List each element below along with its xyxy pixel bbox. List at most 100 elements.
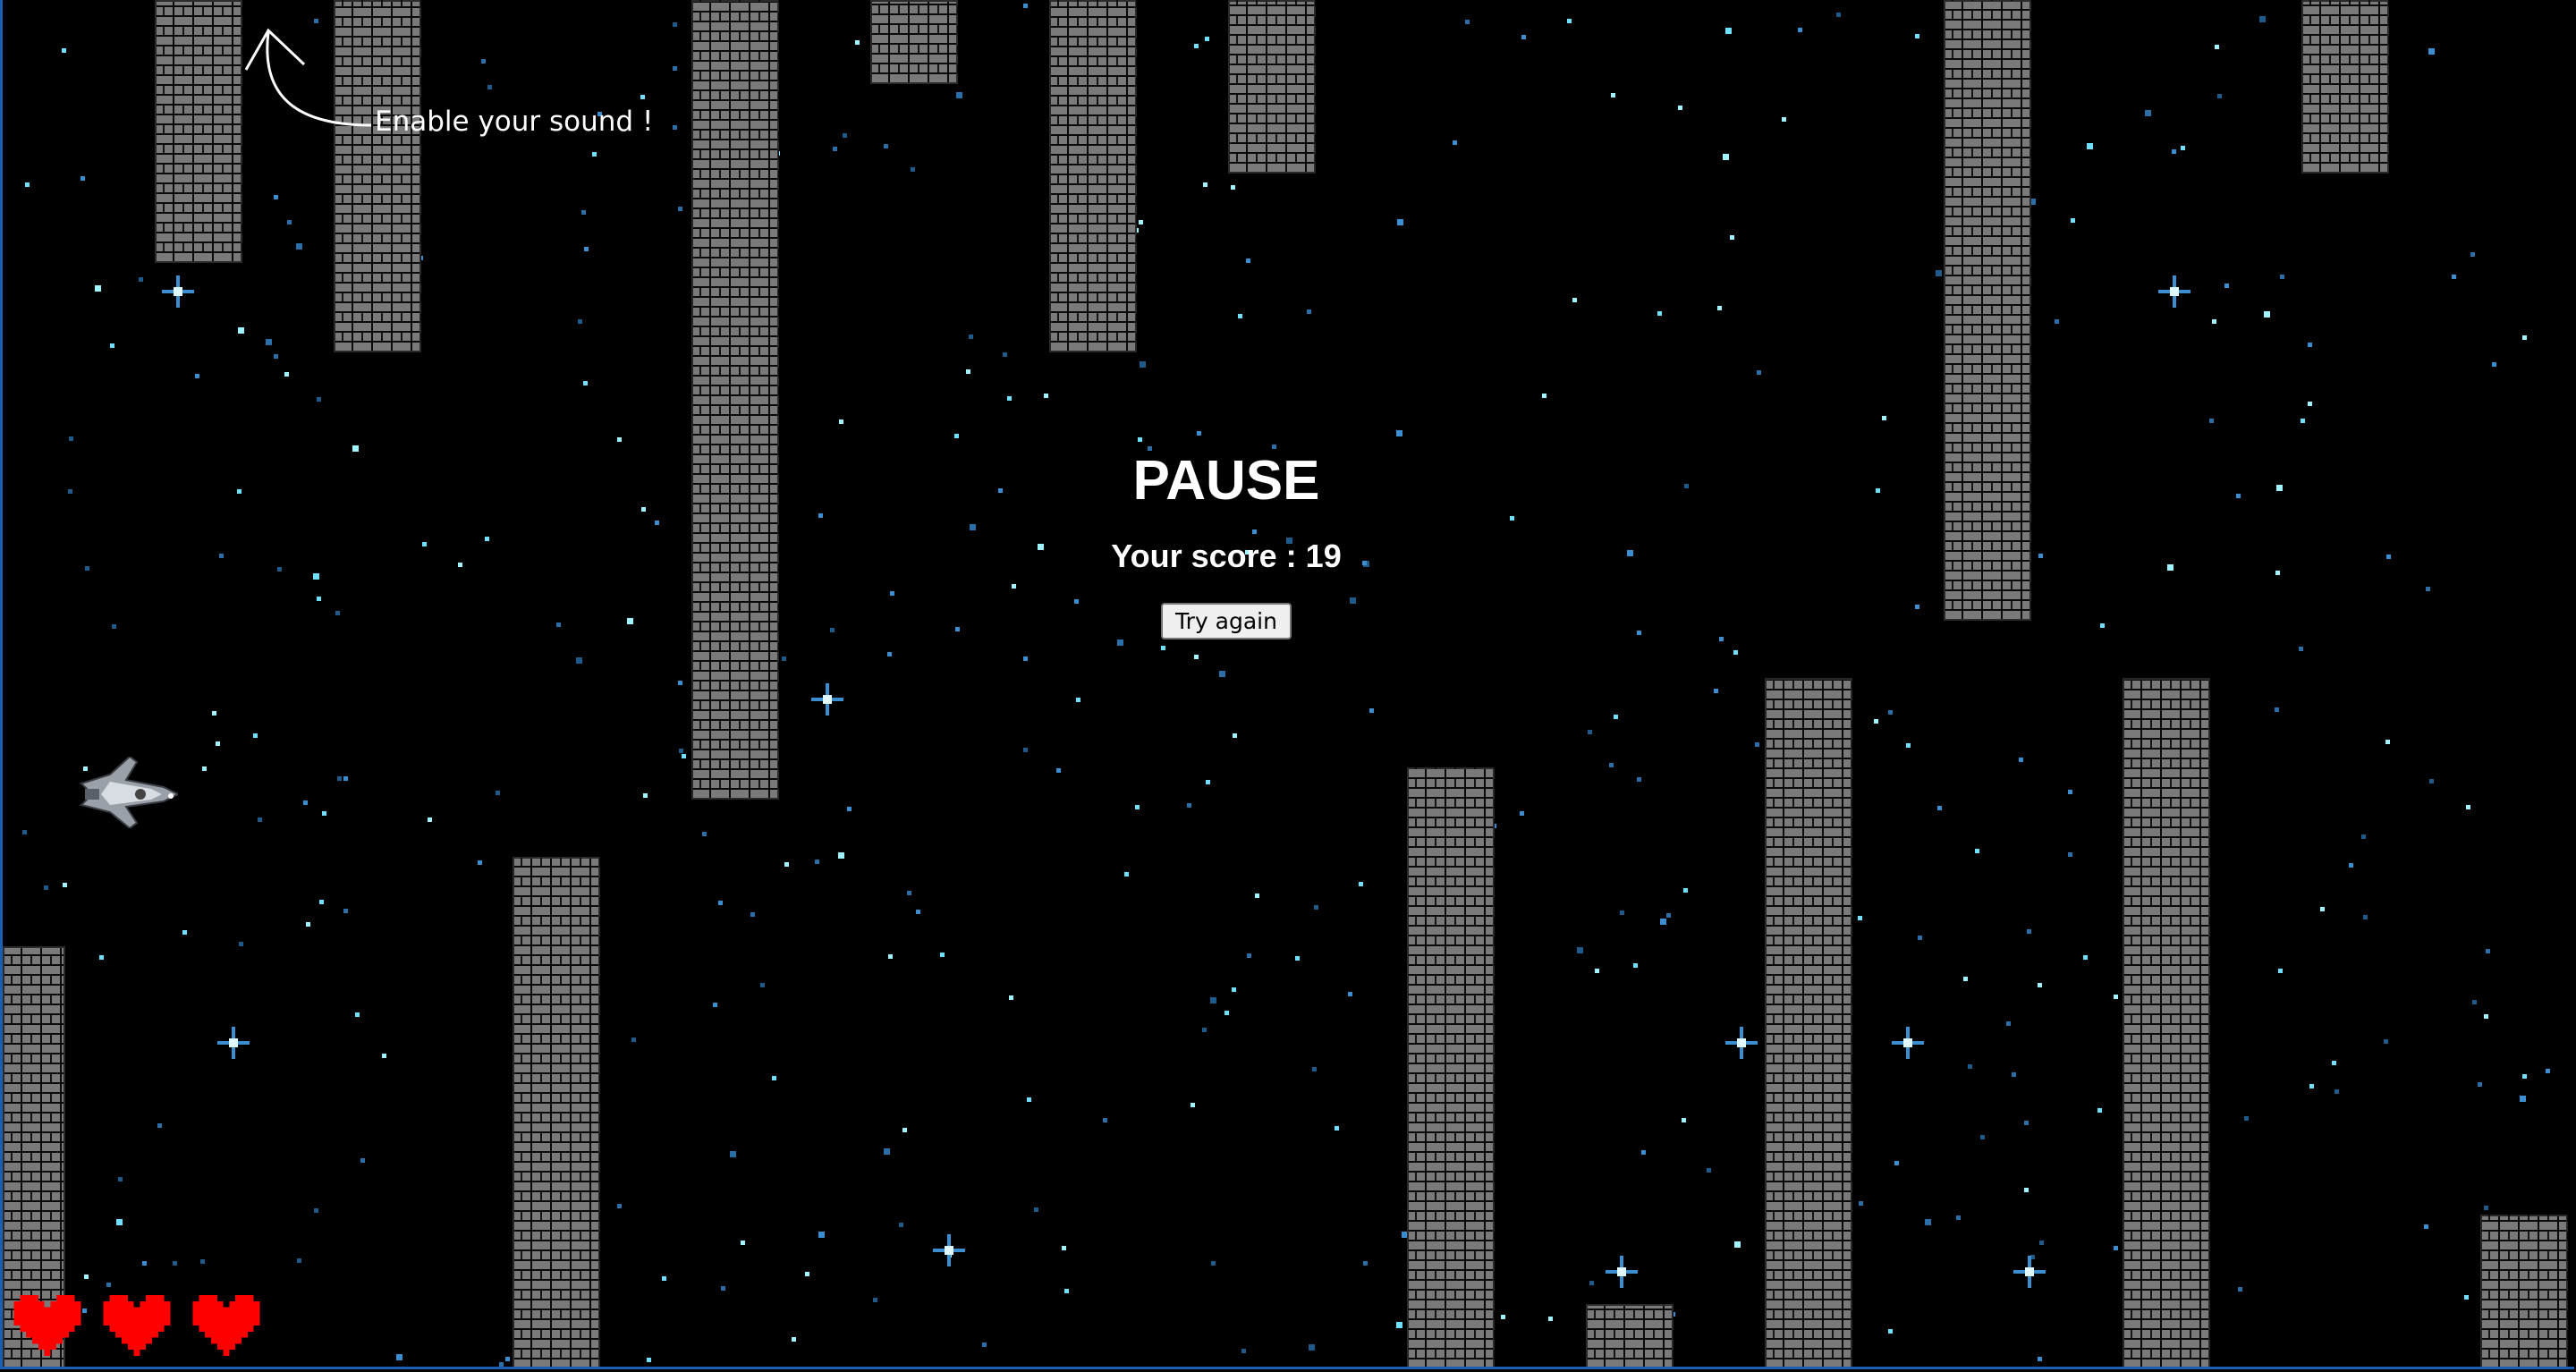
star	[2385, 740, 2390, 744]
star	[911, 167, 915, 172]
star	[2492, 362, 2496, 367]
star	[2027, 929, 2031, 934]
star	[1117, 639, 1123, 646]
star	[1161, 646, 1165, 650]
star	[718, 901, 723, 905]
star	[578, 319, 582, 324]
star	[1937, 806, 1942, 810]
star	[2466, 805, 2470, 809]
star	[1034, 1207, 1038, 1212]
sound-hint-label: Enable your sound !	[375, 106, 654, 138]
star	[182, 930, 187, 935]
pillar-obstacle	[2480, 1215, 2568, 1367]
star	[1233, 733, 1237, 738]
star	[772, 1076, 776, 1080]
star	[643, 793, 648, 798]
star	[902, 1128, 907, 1132]
star	[2470, 252, 2475, 257]
star	[2055, 319, 2059, 324]
pillar-obstacle	[2301, 0, 2389, 174]
star	[833, 147, 837, 151]
pillar-obstacle	[1944, 0, 2031, 621]
star	[99, 955, 104, 960]
star	[2068, 852, 2072, 857]
star	[62, 48, 66, 53]
star	[1465, 20, 1470, 24]
star	[1056, 768, 1061, 773]
star	[2522, 1074, 2527, 1079]
heart-icon	[192, 1295, 260, 1356]
star	[68, 489, 72, 494]
star	[2167, 564, 2174, 571]
star	[2484, 1206, 2488, 1210]
star	[2429, 779, 2434, 783]
star	[1609, 763, 1614, 767]
star	[1678, 106, 1682, 110]
star	[1205, 37, 1209, 41]
star	[784, 862, 789, 867]
star	[1637, 777, 1641, 782]
star	[970, 524, 976, 530]
try-again-button[interactable]: Try again	[1161, 603, 1292, 639]
star	[1211, 1261, 1216, 1266]
star	[884, 144, 888, 148]
star	[2097, 1108, 2102, 1113]
star	[940, 953, 945, 957]
star	[1335, 1126, 1339, 1131]
star	[142, 1261, 147, 1266]
star	[1876, 488, 1880, 493]
star	[2309, 1084, 2314, 1088]
star	[2308, 343, 2312, 347]
star	[428, 817, 432, 822]
star	[499, 1362, 504, 1367]
heart-icon	[13, 1295, 81, 1356]
star	[1717, 306, 1722, 310]
star	[741, 1241, 745, 1245]
star	[1730, 235, 1734, 240]
star	[1194, 655, 1199, 659]
star	[253, 733, 258, 738]
star	[2486, 949, 2490, 953]
star	[1723, 154, 1729, 160]
star	[1657, 311, 1662, 316]
star	[1577, 947, 1583, 953]
star	[1003, 352, 1007, 357]
star	[1255, 893, 1259, 898]
star	[1241, 1349, 1246, 1353]
star	[1906, 743, 1911, 748]
star	[1975, 849, 1979, 853]
star	[396, 1354, 402, 1360]
star	[730, 1151, 736, 1157]
star	[1194, 44, 1199, 48]
star	[355, 1012, 360, 1017]
star	[839, 419, 843, 424]
star	[1369, 708, 1374, 713]
star	[1798, 28, 1802, 32]
star	[118, 1177, 123, 1181]
star	[219, 554, 224, 558]
star	[478, 860, 482, 865]
star	[1725, 28, 1732, 34]
star	[1719, 637, 1724, 641]
star	[1589, 1281, 1594, 1285]
spaceship-icon	[80, 757, 178, 828]
star	[2275, 571, 2280, 575]
star	[760, 983, 765, 987]
lives-indicator	[13, 1295, 260, 1358]
game-canvas[interactable]: Enable your sound ! PAUSE Your score : 1…	[0, 0, 2574, 1369]
star	[306, 922, 310, 927]
star	[1232, 987, 1236, 992]
star	[2259, 16, 2266, 22]
star	[1359, 882, 1363, 886]
star	[576, 657, 582, 664]
star	[969, 335, 973, 339]
star	[2012, 1072, 2016, 1077]
star	[1734, 1241, 1741, 1248]
star	[238, 327, 244, 334]
star	[1187, 803, 1191, 808]
star	[1915, 34, 1919, 38]
sparkle-star	[1725, 1027, 1758, 1059]
star	[1044, 394, 1048, 398]
star	[80, 176, 85, 181]
star	[815, 860, 819, 864]
